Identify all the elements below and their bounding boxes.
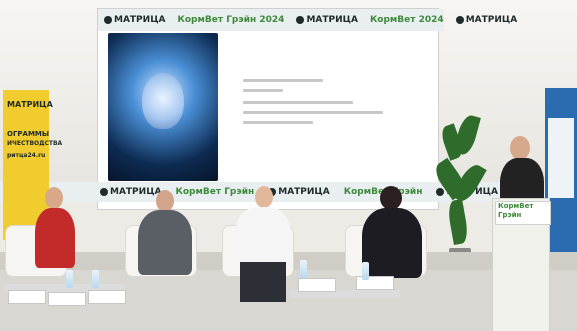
- strip-grain-text: Грэйн: [224, 187, 255, 197]
- year-text-2: 2024: [418, 15, 444, 25]
- matrix-logo: МАТРИЦА: [104, 15, 166, 25]
- name-plate: [8, 290, 46, 304]
- slide-text-line: [243, 101, 353, 104]
- name-plate: [298, 278, 336, 292]
- speaker-head: [510, 136, 530, 160]
- water-bottle: [92, 270, 99, 288]
- podium: КормВет Грэйн: [492, 198, 551, 331]
- panelist-white-shirt: [236, 207, 290, 262]
- slide-text-line: [243, 79, 323, 82]
- podium-line2: Грэйн: [498, 211, 522, 219]
- person-head: [255, 186, 273, 208]
- slide-text-line: [243, 121, 313, 124]
- year-text: 2024: [259, 15, 285, 25]
- panelist-grey-suit: [138, 210, 192, 275]
- leaf: [453, 113, 481, 157]
- strip-matrix-logo-2: МАТРИЦА: [268, 187, 330, 197]
- person-head: [156, 190, 174, 212]
- stage-brand-strip: МАТРИЦА КормВет Грэйн МАТРИЦА КормВет Гр…: [0, 182, 577, 202]
- water-bottle: [300, 260, 307, 278]
- strip-matrix-logo: МАТРИЦА: [100, 187, 162, 197]
- matrix-mark-icon: [104, 15, 112, 24]
- banner-logo: МАТРИЦА: [7, 100, 53, 109]
- floor: [0, 270, 577, 331]
- potted-plant: [430, 113, 487, 265]
- strip-kormvet-logo: КормВет Грэйн: [176, 187, 255, 197]
- slide-text-line: [243, 111, 383, 114]
- strip-kormvet-text: КормВет: [175, 187, 222, 197]
- banner-line3: ритца24.ru: [7, 152, 46, 159]
- banner-line1: ОГРАММЫ: [7, 130, 50, 138]
- matrix-logo-text-3: МАТРИЦА: [465, 15, 518, 25]
- matrix-logo-text-2: МАТРИЦА: [306, 15, 358, 25]
- kormvet-logo: КормВет Грэйн 2024: [178, 15, 285, 25]
- matrix-mark-icon-3: [455, 15, 464, 24]
- person-hair: [380, 186, 402, 210]
- projection-screen: МАТРИЦА КормВет Грэйн 2024 МАТРИЦА КормВ…: [97, 8, 517, 210]
- name-plate: [48, 292, 86, 306]
- conference-photo: МАТРИЦА КормВет Грэйн 2024 МАТРИЦА КормВ…: [0, 0, 577, 331]
- portrait-face: [142, 73, 184, 129]
- water-bottle: [66, 270, 73, 288]
- banner-white-panel: [548, 118, 574, 198]
- screen-header-strip: МАТРИЦА КормВет Грэйн 2024 МАТРИЦА КормВ…: [98, 9, 517, 31]
- panelist-dark-outfit: [362, 208, 422, 278]
- strip-matrix-mark-icon: [100, 187, 108, 196]
- kormvet-text-2: КормВет: [369, 15, 416, 25]
- ai-portrait-image: [108, 33, 218, 181]
- strip-matrix-text-2: МАТРИЦА: [278, 187, 330, 197]
- name-plate: [88, 290, 126, 304]
- grain-text: Грэйн: [226, 15, 257, 25]
- slide-text-line: [243, 89, 283, 92]
- water-bottle: [362, 262, 369, 280]
- matrix-logo-3: МАТРИЦА: [455, 15, 518, 25]
- kormvet-text: КормВет: [177, 15, 224, 25]
- panelist-trousers: [240, 262, 286, 302]
- matrix-logo-2: МАТРИЦА: [296, 15, 358, 25]
- podium-logo: КормВет Грэйн: [495, 201, 551, 225]
- banner-line2: ИЧЕСТВОДСТВА: [7, 140, 63, 147]
- strip-matrix-text: МАТРИЦА: [110, 187, 162, 197]
- panelist-red-jacket: [35, 208, 75, 268]
- matrix-logo-text: МАТРИЦА: [114, 15, 166, 25]
- person-head: [45, 187, 63, 209]
- podium-line1: КормВет: [498, 202, 534, 210]
- kormvet-logo-2: КормВет 2024: [370, 15, 444, 25]
- matrix-mark-icon-2: [296, 15, 305, 24]
- leaf: [446, 198, 470, 246]
